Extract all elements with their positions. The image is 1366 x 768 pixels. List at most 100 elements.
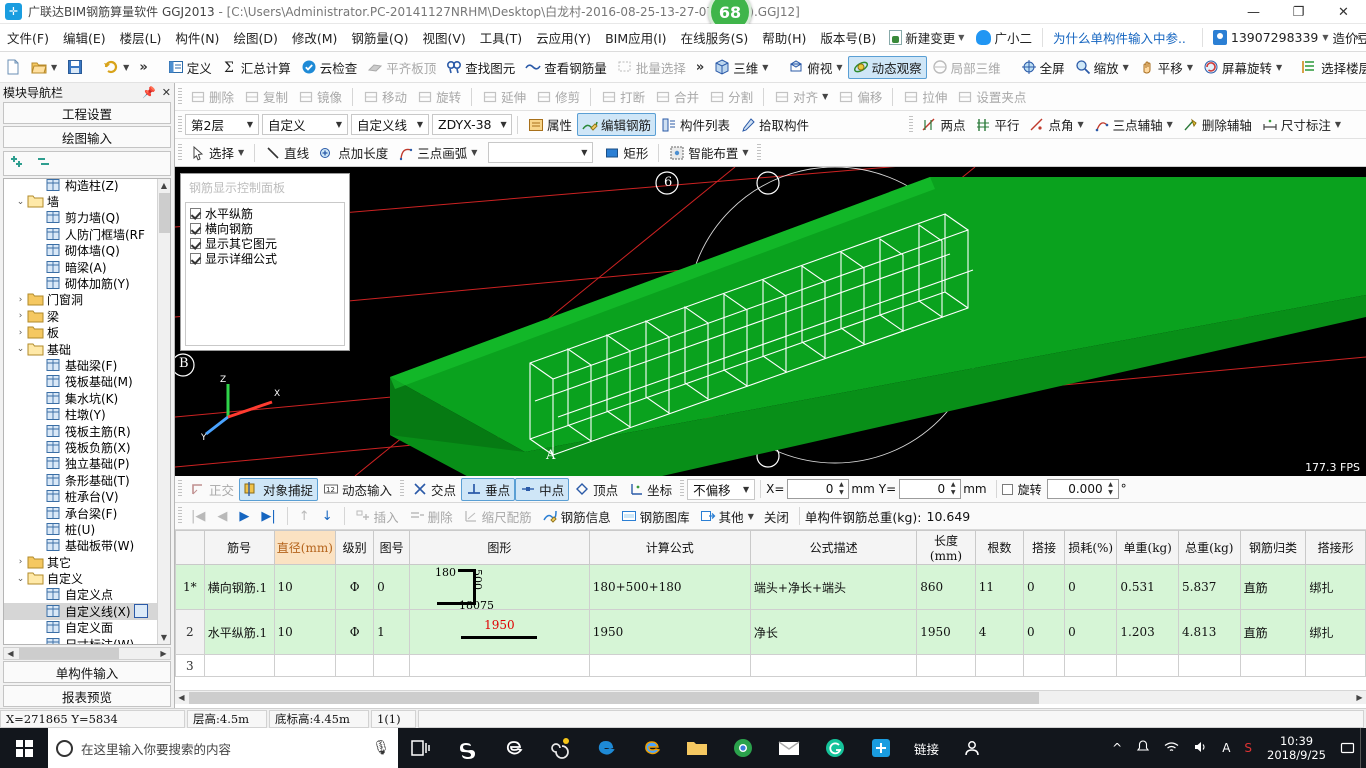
- mail-icon[interactable]: [766, 728, 812, 768]
- tree-item[interactable]: 筏板主筋(R): [4, 423, 157, 439]
- move-down-button[interactable]: ↓: [316, 509, 339, 524]
- tree-item[interactable]: › 其它: [4, 554, 157, 570]
- column-header-shape[interactable]: 图形: [409, 530, 590, 565]
- column-header-totw[interactable]: 总重(kg): [1178, 530, 1241, 565]
- cell-name[interactable]: [203, 654, 275, 677]
- 删除-button[interactable]: 删除: [185, 85, 239, 108]
- toolbar-grip[interactable]: [680, 480, 685, 498]
- edit-rebar-button[interactable]: 编辑钢筋: [577, 113, 657, 136]
- folder-icon[interactable]: [674, 728, 720, 768]
- tree-item[interactable]: 桩承台(V): [4, 488, 157, 504]
- chevron-down-icon[interactable]: ▼: [742, 148, 748, 157]
- cell-dia[interactable]: 10: [273, 609, 337, 655]
- tree-item[interactable]: 筏板负筋(X): [4, 439, 157, 455]
- tree-item[interactable]: 人防门框墙(RF: [4, 226, 157, 242]
- 旋转-button[interactable]: 旋转: [412, 85, 466, 108]
- cell-lap[interactable]: 0: [1022, 609, 1066, 655]
- toolbar-grip[interactable]: [756, 143, 761, 162]
- cell-desc[interactable]: 端头+净长+端头: [749, 564, 918, 610]
- cell-num[interactable]: 3: [175, 654, 205, 677]
- batch-select-button[interactable]: 批量选择: [612, 56, 691, 79]
- drawing-input-button[interactable]: 绘图输入: [3, 126, 171, 148]
- checkbox[interactable]: [190, 238, 201, 249]
- 镜像-button[interactable]: 镜像: [293, 85, 347, 108]
- chevron-down-icon[interactable]: ▼: [740, 485, 752, 494]
- people-icon[interactable]: [949, 728, 995, 768]
- tree-item[interactable]: 尺寸标注(W): [4, 636, 157, 644]
- scroll-up-arrow[interactable]: ▲: [158, 179, 170, 192]
- snap-perpendicular-toggle[interactable]: 垂点: [461, 477, 516, 501]
- cell-laptype[interactable]: 绑扎: [1305, 564, 1366, 610]
- cell-class[interactable]: 直筋: [1239, 609, 1307, 655]
- remove-item-icon[interactable]: [36, 154, 54, 173]
- checkbox[interactable]: [190, 253, 201, 264]
- cell-desc[interactable]: 净长: [749, 609, 918, 655]
- x-spinner[interactable]: ▲ ▼: [836, 481, 846, 497]
- nav-next-button[interactable]: ▶: [233, 509, 255, 524]
- rebar-display-option[interactable]: 水平纵筋: [190, 206, 344, 221]
- snap-vertex-toggle[interactable]: 顶点: [569, 478, 623, 501]
- tree-item[interactable]: ⌄ 自定义: [4, 570, 157, 586]
- column-header-grade[interactable]: 级别: [335, 530, 375, 565]
- tree-item[interactable]: 条形基础(T): [4, 472, 157, 488]
- chevron-down-icon[interactable]: ▼: [1077, 120, 1083, 129]
- cell-fig[interactable]: 1: [373, 609, 411, 655]
- rebar-display-option[interactable]: 显示其它图元: [190, 236, 344, 251]
- menu-bim[interactable]: BIM应用(I): [598, 25, 674, 50]
- tree-item[interactable]: 集水坑(K): [4, 390, 157, 406]
- task-view-icon[interactable]: [398, 728, 444, 768]
- menu-tools[interactable]: 工具(T): [473, 25, 529, 50]
- cell-loss[interactable]: [1064, 654, 1118, 677]
- chevron-down-icon[interactable]: ▼: [1167, 120, 1173, 129]
- scroll-down-arrow[interactable]: ▼: [158, 631, 170, 644]
- microphone-icon[interactable]: 🎙: [372, 740, 390, 756]
- new-file-button[interactable]: [0, 56, 26, 79]
- floor-selector[interactable]: 第2层 ▼: [185, 114, 259, 135]
- chevron-down-icon[interactable]: ▼: [822, 92, 828, 101]
- add-item-icon[interactable]: [10, 154, 28, 173]
- tree-item[interactable]: 桩(U): [4, 521, 157, 537]
- menu-cloud[interactable]: 云应用(Y): [529, 25, 598, 50]
- column-header-num[interactable]: [175, 530, 205, 565]
- table-row[interactable]: 1* 横向钢筋.1 10 Φ 0 180 500 18075 180+500+180 端头+净长+…: [175, 564, 1366, 610]
- table-horizontal-scrollbar[interactable]: ◀ ▶: [175, 690, 1366, 704]
- fullscreen-button[interactable]: 全屏: [1016, 56, 1070, 79]
- rebar-info-button[interactable]: 钢筋信息: [537, 505, 616, 528]
- menubar-overflow-button[interactable]: »: [1355, 30, 1362, 44]
- column-header-name[interactable]: 筋号: [203, 530, 275, 565]
- scroll-left-arrow[interactable]: ◀: [175, 693, 188, 702]
- menu-version[interactable]: 版本号(B): [813, 25, 883, 50]
- tree-expander-icon[interactable]: ›: [14, 557, 27, 567]
- scroll-left-arrow[interactable]: ◀: [4, 649, 17, 658]
- tree-vertical-scrollbar[interactable]: ▲ ▼: [157, 179, 170, 644]
- column-header-unitw[interactable]: 单重(kg): [1116, 530, 1180, 565]
- rotate-spinner[interactable]: ▲ ▼: [1106, 481, 1116, 497]
- chevron-down-icon[interactable]: ▼: [836, 63, 842, 72]
- category-selector[interactable]: 自定义 ▼: [262, 114, 348, 135]
- summary-calc-button[interactable]: Σ 汇总计算: [217, 56, 296, 79]
- column-header-dia[interactable]: 直径(mm): [273, 530, 337, 565]
- chevron-down-icon[interactable]: ▼: [748, 512, 754, 521]
- select-tool-button[interactable]: 选择 ▼: [185, 141, 249, 164]
- cell-len[interactable]: 1950: [916, 609, 976, 655]
- close-icon[interactable]: ✕: [162, 86, 171, 99]
- tree-item[interactable]: 剪力墙(Q): [4, 210, 157, 226]
- menu-edit[interactable]: 编辑(E): [56, 25, 113, 50]
- cell-dia[interactable]: 10: [273, 564, 337, 610]
- scale-rebar-button[interactable]: 缩尺配筋: [458, 505, 537, 528]
- pin-icon[interactable]: 📌: [142, 86, 156, 99]
- 合并-button[interactable]: 合并: [650, 85, 704, 108]
- show-desktop-button[interactable]: [1360, 728, 1366, 768]
- start-button[interactable]: [0, 728, 48, 768]
- draw-style-combo[interactable]: ▼: [488, 142, 594, 163]
- account-area[interactable]: 13907298339 ▼ 造价豆:0 🔔: [1201, 28, 1366, 47]
- scroll-thumb-h[interactable]: [19, 648, 119, 659]
- toolbar-grip[interactable]: [178, 87, 182, 106]
- cell-fig[interactable]: 0: [373, 564, 411, 610]
- nav-first-button[interactable]: |◀: [185, 509, 211, 524]
- taskbar-link[interactable]: 链接: [904, 739, 949, 758]
- cell-loss[interactable]: 0: [1064, 564, 1118, 610]
- cell-lap[interactable]: [1022, 654, 1066, 677]
- cell-name[interactable]: 水平纵筋.1: [203, 609, 275, 655]
- table-row[interactable]: 3: [175, 654, 1366, 677]
